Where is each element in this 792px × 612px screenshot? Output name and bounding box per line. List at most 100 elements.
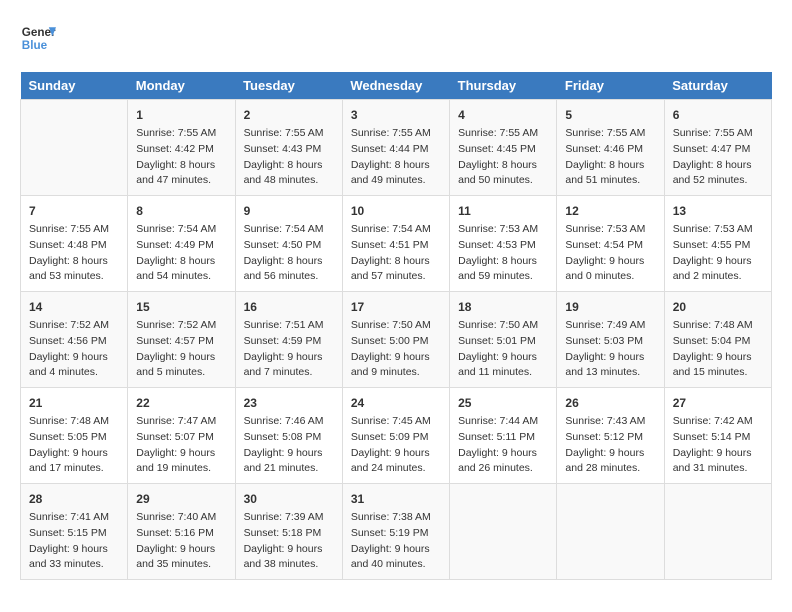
calendar-cell: 19Sunrise: 7:49 AM Sunset: 5:03 PM Dayli… xyxy=(557,292,664,388)
day-number: 30 xyxy=(244,490,334,508)
day-content: Sunrise: 7:48 AM Sunset: 5:04 PM Dayligh… xyxy=(673,318,763,381)
day-content: Sunrise: 7:50 AM Sunset: 5:01 PM Dayligh… xyxy=(458,318,548,381)
day-number: 15 xyxy=(136,298,226,316)
day-content: Sunrise: 7:53 AM Sunset: 4:54 PM Dayligh… xyxy=(565,222,655,285)
calendar-cell: 5 Sunrise: 7:55 AM Sunset: 4:46 PM Daylig… xyxy=(557,100,664,196)
day-content: Sunrise: 7:55 AM Sunset: 4:42 PM Dayligh… xyxy=(136,126,226,189)
day-content: Sunrise: 7:53 AM Sunset: 4:53 PM Dayligh… xyxy=(458,222,548,285)
calendar-cell: 16Sunrise: 7:51 AM Sunset: 4:59 PM Dayli… xyxy=(235,292,342,388)
day-number: 23 xyxy=(244,394,334,412)
calendar-cell: 15 Sunrise: 7:52 AM Sunset: 4:57 PM Dayli… xyxy=(128,292,235,388)
calendar-cell: 11 Sunrise: 7:53 AM Sunset: 4:53 PM Dayli… xyxy=(450,196,557,292)
day-content: Sunrise: 7:52 AM Sunset: 4:56 PM Dayligh… xyxy=(29,318,119,381)
calendar-cell: 31Sunrise: 7:38 AM Sunset: 5:19 PM Dayli… xyxy=(342,484,449,580)
day-number: 19 xyxy=(565,298,655,316)
day-content: Sunrise: 7:54 AM Sunset: 4:51 PM Dayligh… xyxy=(351,222,441,285)
day-content: Sunrise: 7:55 AM Sunset: 4:43 PM Dayligh… xyxy=(244,126,334,189)
day-number: 14 xyxy=(29,298,119,316)
day-content: Sunrise: 7:46 AM Sunset: 5:08 PM Dayligh… xyxy=(244,414,334,477)
day-content: Sunrise: 7:48 AM Sunset: 5:05 PM Dayligh… xyxy=(29,414,119,477)
day-content: Sunrise: 7:55 AM Sunset: 4:45 PM Dayligh… xyxy=(458,126,548,189)
day-content: Sunrise: 7:44 AM Sunset: 5:11 PM Dayligh… xyxy=(458,414,548,477)
day-number: 4 xyxy=(458,106,548,124)
calendar-table: SundayMondayTuesdayWednesdayThursdayFrid… xyxy=(20,72,772,580)
day-content: Sunrise: 7:54 AM Sunset: 4:49 PM Dayligh… xyxy=(136,222,226,285)
day-header-wednesday: Wednesday xyxy=(342,72,449,100)
day-number: 18 xyxy=(458,298,548,316)
calendar-cell: 26Sunrise: 7:43 AM Sunset: 5:12 PM Dayli… xyxy=(557,388,664,484)
day-header-friday: Friday xyxy=(557,72,664,100)
calendar-week-row: 1 Sunrise: 7:55 AM Sunset: 4:42 PM Daylig… xyxy=(21,100,772,196)
calendar-cell: 21 Sunrise: 7:48 AM Sunset: 5:05 PM Dayli… xyxy=(21,388,128,484)
day-content: Sunrise: 7:55 AM Sunset: 4:44 PM Dayligh… xyxy=(351,126,441,189)
day-number: 11 xyxy=(458,202,548,220)
logo: General Blue xyxy=(20,20,56,56)
calendar-cell: 17 Sunrise: 7:50 AM Sunset: 5:00 PM Dayli… xyxy=(342,292,449,388)
calendar-cell xyxy=(557,484,664,580)
day-number: 17 xyxy=(351,298,441,316)
calendar-cell: 12Sunrise: 7:53 AM Sunset: 4:54 PM Dayli… xyxy=(557,196,664,292)
day-content: Sunrise: 7:50 AM Sunset: 5:00 PM Dayligh… xyxy=(351,318,441,381)
calendar-cell: 27 Sunrise: 7:42 AM Sunset: 5:14 PM Dayli… xyxy=(664,388,771,484)
day-header-thursday: Thursday xyxy=(450,72,557,100)
calendar-body: 1 Sunrise: 7:55 AM Sunset: 4:42 PM Daylig… xyxy=(21,100,772,580)
day-header-tuesday: Tuesday xyxy=(235,72,342,100)
logo-icon: General Blue xyxy=(20,20,56,56)
day-header-monday: Monday xyxy=(128,72,235,100)
calendar-cell: 9Sunrise: 7:54 AM Sunset: 4:50 PM Daylig… xyxy=(235,196,342,292)
calendar-cell: 8 Sunrise: 7:54 AM Sunset: 4:49 PM Daylig… xyxy=(128,196,235,292)
day-content: Sunrise: 7:55 AM Sunset: 4:47 PM Dayligh… xyxy=(673,126,763,189)
day-content: Sunrise: 7:43 AM Sunset: 5:12 PM Dayligh… xyxy=(565,414,655,477)
day-content: Sunrise: 7:53 AM Sunset: 4:55 PM Dayligh… xyxy=(673,222,763,285)
calendar-cell: 13 Sunrise: 7:53 AM Sunset: 4:55 PM Dayli… xyxy=(664,196,771,292)
day-content: Sunrise: 7:55 AM Sunset: 4:48 PM Dayligh… xyxy=(29,222,119,285)
calendar-cell xyxy=(21,100,128,196)
day-number: 24 xyxy=(351,394,441,412)
calendar-cell: 18 Sunrise: 7:50 AM Sunset: 5:01 PM Dayli… xyxy=(450,292,557,388)
calendar-cell: 2 Sunrise: 7:55 AM Sunset: 4:43 PM Daylig… xyxy=(235,100,342,196)
day-number: 16 xyxy=(244,298,334,316)
calendar-week-row: 21 Sunrise: 7:48 AM Sunset: 5:05 PM Dayli… xyxy=(21,388,772,484)
day-number: 13 xyxy=(673,202,763,220)
calendar-cell: 10Sunrise: 7:54 AM Sunset: 4:51 PM Dayli… xyxy=(342,196,449,292)
calendar-header-row: SundayMondayTuesdayWednesdayThursdayFrid… xyxy=(21,72,772,100)
day-header-sunday: Sunday xyxy=(21,72,128,100)
calendar-cell: 22 Sunrise: 7:47 AM Sunset: 5:07 PM Dayli… xyxy=(128,388,235,484)
day-number: 3 xyxy=(351,106,441,124)
calendar-cell: 6 Sunrise: 7:55 AM Sunset: 4:47 PM Daylig… xyxy=(664,100,771,196)
day-content: Sunrise: 7:52 AM Sunset: 4:57 PM Dayligh… xyxy=(136,318,226,381)
day-content: Sunrise: 7:55 AM Sunset: 4:46 PM Dayligh… xyxy=(565,126,655,189)
calendar-cell: 25 Sunrise: 7:44 AM Sunset: 5:11 PM Dayli… xyxy=(450,388,557,484)
day-content: Sunrise: 7:39 AM Sunset: 5:18 PM Dayligh… xyxy=(244,510,334,573)
calendar-cell: 3 Sunrise: 7:55 AM Sunset: 4:44 PM Daylig… xyxy=(342,100,449,196)
day-number: 8 xyxy=(136,202,226,220)
page-header: General Blue xyxy=(20,20,772,56)
day-content: Sunrise: 7:42 AM Sunset: 5:14 PM Dayligh… xyxy=(673,414,763,477)
day-header-saturday: Saturday xyxy=(664,72,771,100)
day-content: Sunrise: 7:40 AM Sunset: 5:16 PM Dayligh… xyxy=(136,510,226,573)
day-number: 6 xyxy=(673,106,763,124)
calendar-cell: 30 Sunrise: 7:39 AM Sunset: 5:18 PM Dayli… xyxy=(235,484,342,580)
day-number: 25 xyxy=(458,394,548,412)
calendar-cell xyxy=(664,484,771,580)
calendar-cell: 1 Sunrise: 7:55 AM Sunset: 4:42 PM Daylig… xyxy=(128,100,235,196)
day-number: 2 xyxy=(244,106,334,124)
calendar-cell: 29Sunrise: 7:40 AM Sunset: 5:16 PM Dayli… xyxy=(128,484,235,580)
day-content: Sunrise: 7:54 AM Sunset: 4:50 PM Dayligh… xyxy=(244,222,334,285)
calendar-cell: 23 Sunrise: 7:46 AM Sunset: 5:08 PM Dayli… xyxy=(235,388,342,484)
calendar-week-row: 28Sunrise: 7:41 AM Sunset: 5:15 PM Dayli… xyxy=(21,484,772,580)
day-number: 21 xyxy=(29,394,119,412)
day-number: 31 xyxy=(351,490,441,508)
day-content: Sunrise: 7:45 AM Sunset: 5:09 PM Dayligh… xyxy=(351,414,441,477)
day-number: 1 xyxy=(136,106,226,124)
day-number: 7 xyxy=(29,202,119,220)
day-number: 20 xyxy=(673,298,763,316)
day-number: 22 xyxy=(136,394,226,412)
calendar-week-row: 14 Sunrise: 7:52 AM Sunset: 4:56 PM Dayli… xyxy=(21,292,772,388)
day-number: 27 xyxy=(673,394,763,412)
day-number: 5 xyxy=(565,106,655,124)
day-content: Sunrise: 7:47 AM Sunset: 5:07 PM Dayligh… xyxy=(136,414,226,477)
calendar-cell: 28Sunrise: 7:41 AM Sunset: 5:15 PM Dayli… xyxy=(21,484,128,580)
calendar-cell: 4 Sunrise: 7:55 AM Sunset: 4:45 PM Daylig… xyxy=(450,100,557,196)
day-content: Sunrise: 7:41 AM Sunset: 5:15 PM Dayligh… xyxy=(29,510,119,573)
